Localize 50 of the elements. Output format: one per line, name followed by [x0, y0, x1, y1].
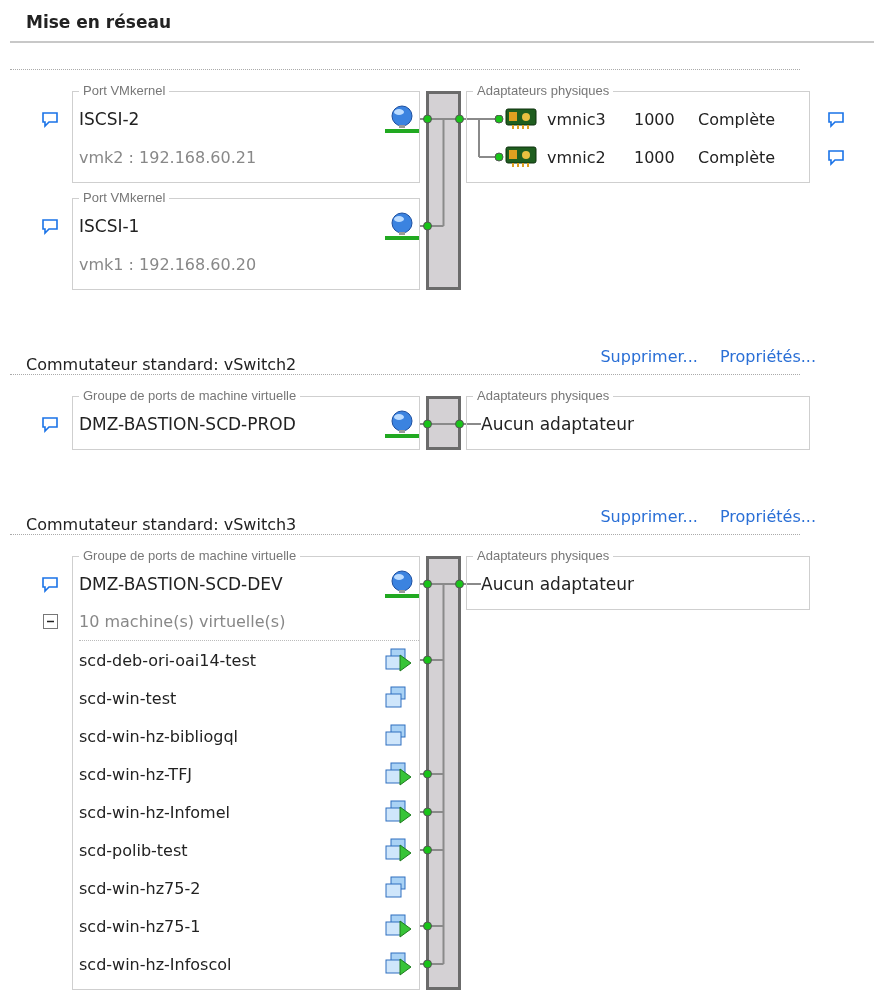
action-link[interactable]: Propriétés...	[719, 507, 816, 526]
switch-title: Commutateur standard: vSwitch3	[26, 515, 298, 534]
vm-name[interactable]: scd-win-hz-Infomel	[79, 802, 385, 822]
comment-icon[interactable]	[827, 148, 845, 166]
vm-name[interactable]: scd-win-hz-bibliogql	[79, 726, 385, 746]
comment-icon[interactable]	[41, 110, 59, 128]
globe-icon	[385, 409, 419, 439]
adapters-legend: Adaptateurs physiques	[473, 548, 614, 564]
adapter-duplex: Complète	[698, 147, 776, 167]
port-group-legend: Groupe de ports de machine virtuelle	[79, 548, 301, 564]
comment-icon[interactable]	[41, 575, 59, 593]
comment-icon[interactable]	[41, 415, 59, 433]
adapter-duplex: Complète	[698, 109, 776, 129]
no-adapter-text: Aucun adaptateur	[481, 574, 635, 594]
adapters-legend: Adaptateurs physiques	[473, 83, 614, 99]
action-link[interactable]: Propriétés...	[719, 347, 816, 366]
switch-bar	[426, 396, 461, 450]
port-name: DMZ-BASTION-SCD-DEV	[79, 574, 284, 594]
network-card-icon	[505, 108, 537, 130]
network-card-icon	[505, 146, 537, 168]
vm-name[interactable]: scd-win-hz75-1	[79, 916, 385, 936]
port-address: vmk2 : 192.168.60.21	[79, 147, 257, 167]
globe-icon	[385, 104, 419, 134]
port-address: vmk1 : 192.168.60.20	[79, 254, 257, 274]
adapter-name: vmnic2	[547, 147, 607, 167]
no-adapter-text: Aucun adaptateur	[481, 414, 635, 434]
adapter-speed: 1000	[634, 109, 676, 129]
globe-icon	[385, 211, 419, 241]
switch-title: Commutateur standard: vSwitch2	[26, 355, 298, 374]
globe-icon	[385, 569, 419, 599]
port-name: DMZ-BASTION-SCD-PROD	[79, 414, 297, 434]
comment-icon[interactable]	[41, 217, 59, 235]
port-group-legend: Groupe de ports de machine virtuelle	[79, 388, 301, 404]
vm-name[interactable]: scd-win-test	[79, 688, 385, 708]
port-name: ISCSI-1	[79, 216, 141, 236]
adapter-name: vmnic3	[547, 109, 607, 129]
vm-name[interactable]: scd-deb-ori-oai14-test	[79, 650, 385, 670]
action-link[interactable]: Supprimer...	[600, 347, 698, 366]
adapters-legend: Adaptateurs physiques	[473, 388, 614, 404]
vm-name[interactable]: scd-win-hz-Infoscol	[79, 954, 385, 974]
collapse-toggle[interactable]	[43, 614, 58, 629]
vm-name[interactable]: scd-polib-test	[79, 840, 385, 860]
comment-icon[interactable]	[827, 110, 845, 128]
adapter-speed: 1000	[634, 147, 676, 167]
vm-name[interactable]: scd-win-hz-TFJ	[79, 764, 385, 784]
section-title: Mise en réseau	[25, 12, 172, 34]
vm-name[interactable]: scd-win-hz75-2	[79, 878, 385, 898]
action-link[interactable]: Supprimer...	[600, 507, 698, 526]
vm-count: 10 machine(s) virtuelle(s)	[79, 612, 286, 631]
port-name: ISCSI-2	[79, 109, 141, 129]
